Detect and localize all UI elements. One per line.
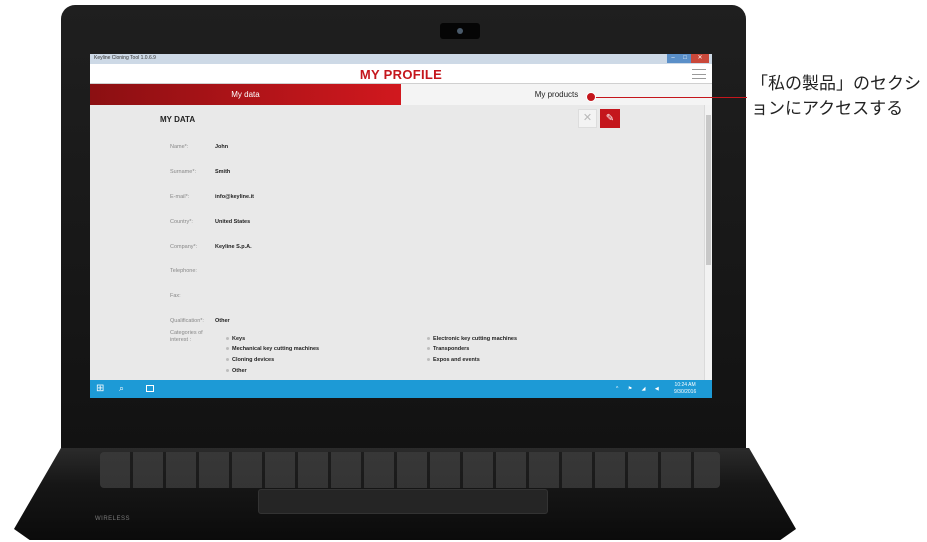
taskbar: ⊞ ⌕ ^ ⚑ ◢ ◀ 10:24 AM 9/30/2016 xyxy=(90,380,712,398)
category-option[interactable]: Electronic key cutting machines xyxy=(427,336,517,342)
scrollbar-thumb[interactable] xyxy=(706,115,711,265)
clock-time: 10:24 AM xyxy=(674,382,696,388)
app-header: MY PROFILE xyxy=(90,64,712,84)
radio-dot-icon xyxy=(427,358,430,362)
window-controls: – □ ✕ xyxy=(667,54,709,63)
category-option[interactable]: Mechanical key cutting machines xyxy=(226,346,319,352)
tab-bar: My data My products xyxy=(90,84,712,105)
clock-date: 9/30/2016 xyxy=(674,389,697,395)
category-label: Keys xyxy=(232,336,246,342)
field-label-fax: Fax: xyxy=(170,293,181,299)
category-label: Transponders xyxy=(433,346,470,352)
window-title: Keyline Cloning Tool 1.0.6.9 xyxy=(94,55,156,61)
category-label: Cloning devices xyxy=(232,357,275,363)
field-value-company: Keyline S.p.A. xyxy=(215,244,252,250)
field-value-surname: Smith xyxy=(215,169,231,175)
close-window-button[interactable]: ✕ xyxy=(691,54,709,63)
minimize-button[interactable]: – xyxy=(667,54,679,63)
category-label: Mechanical key cutting machines xyxy=(232,346,320,352)
page-title: MY PROFILE xyxy=(359,67,443,82)
callout-text: 「私の製品」のセクションにアクセスする xyxy=(751,74,921,119)
field-label-telephone: Telephone: xyxy=(170,268,197,274)
maximize-button[interactable]: □ xyxy=(679,54,691,63)
field-label-country: Country*: xyxy=(170,219,193,225)
field-value-country: United States xyxy=(215,219,251,225)
radio-dot-icon xyxy=(226,369,229,373)
category-option[interactable]: Cloning devices xyxy=(226,357,274,363)
task-view-icon[interactable] xyxy=(146,385,154,392)
touchpad xyxy=(258,489,548,514)
pencil-icon: ✎ xyxy=(605,113,615,124)
field-label-email: E-mail*: xyxy=(170,194,190,200)
field-label-surname: Surname*: xyxy=(170,169,196,175)
category-option[interactable]: Keys xyxy=(226,336,245,342)
tab-my-products[interactable]: My products xyxy=(401,84,712,105)
radio-dot-icon xyxy=(226,358,229,362)
category-option[interactable]: Transponders xyxy=(427,346,469,352)
field-value-name: John xyxy=(215,144,229,150)
callout-line xyxy=(593,97,747,98)
callout-dot xyxy=(586,92,596,102)
field-value-email: info@keyline.it xyxy=(215,194,254,200)
wireless-indicator: WIRELESS xyxy=(95,516,131,522)
category-option[interactable]: Expos and events xyxy=(427,357,480,363)
category-label: Other xyxy=(232,368,247,374)
field-label-name: Name*: xyxy=(170,144,189,150)
field-value-qualification: Other xyxy=(215,318,230,324)
categories-label: Categories of interest : xyxy=(170,330,203,343)
section-title: MY DATA xyxy=(160,115,196,124)
category-option[interactable]: Other xyxy=(226,368,247,374)
category-label: Expos and events xyxy=(433,357,480,363)
profile-content: MY DATA ✕ ✎ Name*: John Surname*: Smith … xyxy=(90,105,704,380)
radio-dot-icon xyxy=(226,337,229,341)
radio-dot-icon xyxy=(226,347,229,351)
radio-dot-icon xyxy=(427,337,430,341)
screen: Keyline Cloning Tool 1.0.6.9 – □ ✕ MY PR… xyxy=(90,54,712,398)
field-label-qualification: Qualification*: xyxy=(170,318,204,324)
vertical-scrollbar[interactable] xyxy=(704,105,712,380)
system-tray-icons[interactable]: ^ ⚑ ◢ ◀ xyxy=(616,386,663,392)
stage: WIRELESS Keyline Cloning Tool 1.0.6.9 – … xyxy=(0,0,927,542)
window-titlebar: Keyline Cloning Tool 1.0.6.9 – □ ✕ xyxy=(90,54,712,64)
hamburger-icon[interactable] xyxy=(692,69,706,79)
keyboard xyxy=(100,452,720,488)
radio-dot-icon xyxy=(427,347,430,351)
cancel-button[interactable]: ✕ xyxy=(578,109,597,128)
windows-start-icon[interactable]: ⊞ xyxy=(96,384,106,394)
edit-button[interactable]: ✎ xyxy=(600,109,620,128)
field-label-company: Company*: xyxy=(170,244,198,250)
category-label: Electronic key cutting machines xyxy=(433,336,518,342)
close-icon: ✕ xyxy=(582,112,593,124)
tab-my-data[interactable]: My data xyxy=(90,84,401,105)
search-icon[interactable]: ⌕ xyxy=(119,383,124,394)
webcam xyxy=(440,23,480,39)
taskbar-clock[interactable]: 10:24 AM 9/30/2016 xyxy=(674,382,696,396)
